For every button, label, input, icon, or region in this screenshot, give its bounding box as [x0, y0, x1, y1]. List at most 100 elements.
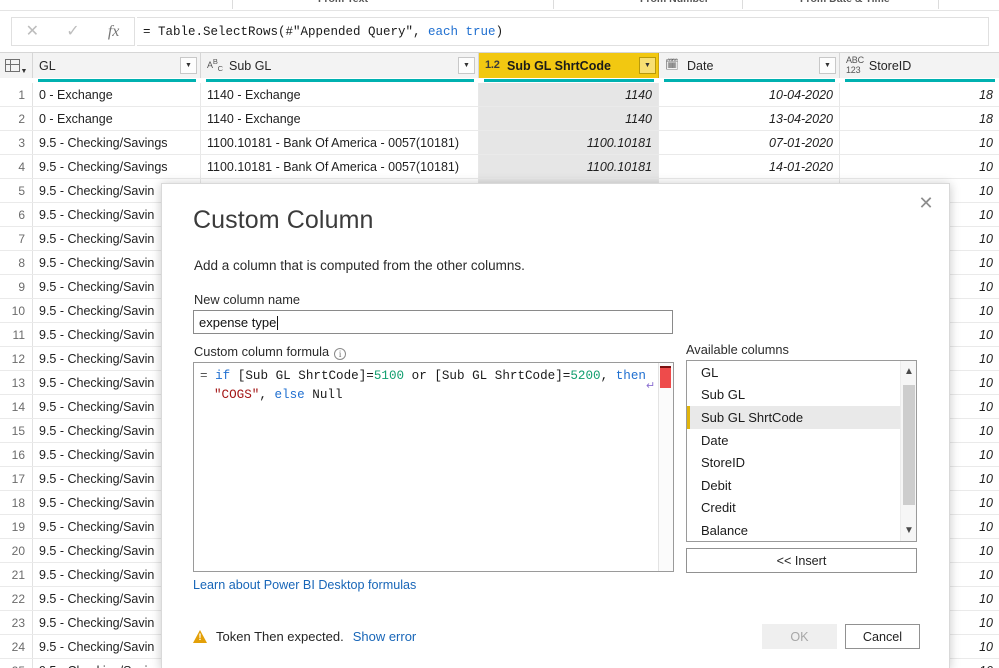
row-number[interactable]: 18 — [0, 491, 33, 514]
row-number[interactable]: 7 — [0, 227, 33, 250]
cell-gl[interactable]: 9.5 - Checking/Savings — [33, 155, 201, 178]
available-column-item[interactable]: Debit — [687, 474, 901, 497]
insert-button[interactable]: << Insert — [686, 548, 917, 573]
available-column-item[interactable]: Sub GL ShrtCode — [687, 406, 901, 429]
cell-sub-gl[interactable]: 1100.10181 - Bank Of America - 0057(1018… — [201, 131, 479, 154]
filter-button-date[interactable]: ▼ — [819, 57, 836, 74]
filter-button-gl[interactable]: ▼ — [180, 57, 197, 74]
cell-sub-gl[interactable]: 1100.10181 - Bank Of America - 0057(1018… — [201, 155, 479, 178]
cell-date[interactable]: 10-04-2020 — [659, 83, 840, 106]
row-number[interactable]: 19 — [0, 515, 33, 538]
column-header-label: StoreID — [868, 58, 912, 73]
close-icon[interactable]: ✕ — [909, 190, 943, 218]
available-column-item[interactable]: GL — [687, 361, 901, 384]
row-number[interactable]: 2 — [0, 107, 33, 130]
cancel-button[interactable]: Cancel — [845, 624, 920, 649]
row-number[interactable]: 1 — [0, 83, 33, 106]
row-number[interactable]: 10 — [0, 299, 33, 322]
table-row[interactable]: 10 - Exchange 1140 - Exchange 1140 10-04-20… — [0, 83, 999, 107]
row-number[interactable]: 11 — [0, 323, 33, 346]
row-number[interactable]: 20 — [0, 539, 33, 562]
cell-sub-gl-shrtcode[interactable]: 1140 — [479, 83, 659, 106]
row-number[interactable]: 9 — [0, 275, 33, 298]
row-number[interactable]: 17 — [0, 467, 33, 490]
cell-storeid[interactable]: 18 — [840, 83, 999, 106]
ribbon-divider — [553, 0, 554, 9]
error-marker[interactable] — [660, 366, 671, 388]
available-column-item[interactable]: Balance — [687, 519, 901, 541]
row-number[interactable]: 25 — [0, 659, 33, 668]
row-number[interactable]: 16 — [0, 443, 33, 466]
cancel-icon[interactable]: ✕ — [17, 23, 47, 40]
ribbon-group-from-number[interactable]: From Number — [640, 0, 709, 5]
column-header-sub-gl-shrtcode[interactable]: 1.2 Sub GL ShrtCode — [479, 53, 659, 78]
fx-icon[interactable]: fx — [99, 23, 129, 40]
info-icon[interactable]: i — [334, 348, 347, 360]
available-columns-listbox[interactable]: GL Sub GL Sub GL ShrtCode Date StoreID Debit C… — [686, 360, 917, 542]
check-icon[interactable]: ✓ — [58, 23, 88, 40]
scrollbar-thumb[interactable] — [903, 385, 915, 505]
column-header-label: Sub GL ShrtCode — [507, 58, 611, 73]
row-number[interactable]: 6 — [0, 203, 33, 226]
filter-button-sub-gl[interactable]: ▼ — [458, 57, 475, 74]
cell-sub-gl[interactable]: 1140 - Exchange — [201, 83, 479, 106]
row-number[interactable]: 3 — [0, 131, 33, 154]
row-number[interactable]: 22 — [0, 587, 33, 610]
filter-button-sub-gl-shrtcode[interactable]: ▼ — [639, 57, 656, 74]
row-number[interactable]: 5 — [0, 179, 33, 202]
formula-input[interactable]: = Table.SelectRows(#"Appended Query", ea… — [137, 17, 989, 46]
cell-sub-gl-shrtcode[interactable]: 1140 — [479, 107, 659, 130]
formula-scrollbar[interactable] — [658, 363, 673, 571]
grid-header-row: ▼ GL ▼ ABC Sub GL ▼ 1.2 Sub GL ShrtCode … — [0, 52, 999, 78]
available-column-item[interactable]: StoreID — [687, 451, 901, 474]
quality-bar-date — [664, 79, 835, 82]
cell-gl[interactable]: 0 - Exchange — [33, 107, 201, 130]
formula-or: or — [404, 369, 435, 383]
row-number[interactable]: 24 — [0, 635, 33, 658]
table-row[interactable]: 3 9.5 - Checking/Savings 1100.10181 - Bank… — [0, 131, 999, 155]
learn-formulas-link[interactable]: Learn about Power BI Desktop formulas — [193, 578, 416, 592]
column-header-sub-gl[interactable]: ABC Sub GL — [201, 53, 479, 78]
cell-sub-gl-shrtcode[interactable]: 1100.10181 — [479, 131, 659, 154]
row-number[interactable]: 15 — [0, 419, 33, 442]
cell-date[interactable]: 07-01-2020 — [659, 131, 840, 154]
custom-column-formula-editor[interactable]: = if [Sub GL ShrtCode]=5100 or [Sub GL S… — [193, 362, 674, 572]
cell-date[interactable]: 13-04-2020 — [659, 107, 840, 130]
formula-bar: ✕ ✓ fx = Table.SelectRows(#"Appended Que… — [0, 12, 999, 51]
row-number[interactable]: 4 — [0, 155, 33, 178]
scroll-down-icon[interactable]: ▼ — [901, 522, 916, 539]
cell-storeid[interactable]: 10 — [840, 131, 999, 154]
available-column-item[interactable]: Credit — [687, 497, 901, 520]
cell-date[interactable]: 14-01-2020 — [659, 155, 840, 178]
available-column-item[interactable]: Date — [687, 429, 901, 452]
column-header-storeid[interactable]: ABC 123 StoreID — [840, 53, 999, 78]
column-header-date[interactable]: 🗓 Date — [659, 53, 840, 78]
table-row[interactable]: 4 9.5 - Checking/Savings 1100.10181 - Bank… — [0, 155, 999, 179]
table-row[interactable]: 20 - Exchange 1140 - Exchange 1140 13-04-20… — [0, 107, 999, 131]
select-all-columns-button[interactable]: ▼ — [0, 53, 33, 78]
available-columns-scrollbar[interactable]: ▲ ▼ — [900, 361, 916, 541]
row-number[interactable]: 13 — [0, 371, 33, 394]
scroll-up-icon[interactable]: ▲ — [901, 363, 916, 380]
formula-null: Null — [304, 388, 343, 402]
row-number[interactable]: 12 — [0, 347, 33, 370]
new-column-name-input[interactable]: expense type — [193, 310, 673, 334]
row-number[interactable]: 23 — [0, 611, 33, 634]
ok-button[interactable]: OK — [762, 624, 837, 649]
cell-gl[interactable]: 0 - Exchange — [33, 83, 201, 106]
available-column-item[interactable]: Sub GL — [687, 384, 901, 407]
cell-storeid[interactable]: 18 — [840, 107, 999, 130]
cell-gl[interactable]: 9.5 - Checking/Savings — [33, 131, 201, 154]
cell-storeid[interactable]: 10 — [840, 155, 999, 178]
row-number[interactable]: 8 — [0, 251, 33, 274]
formula-comma-2: , — [259, 388, 275, 402]
row-number[interactable]: 21 — [0, 563, 33, 586]
column-header-gl[interactable]: GL — [33, 53, 201, 78]
column-header-label: Sub GL — [229, 58, 272, 73]
cell-sub-gl-shrtcode[interactable]: 1100.10181 — [479, 155, 659, 178]
ribbon-group-from-date-time[interactable]: From Date & Time — [800, 0, 890, 5]
cell-sub-gl[interactable]: 1140 - Exchange — [201, 107, 479, 130]
row-number[interactable]: 14 — [0, 395, 33, 418]
ribbon-group-from-text[interactable]: From Text — [318, 0, 368, 5]
show-error-link[interactable]: Show error — [353, 629, 417, 644]
